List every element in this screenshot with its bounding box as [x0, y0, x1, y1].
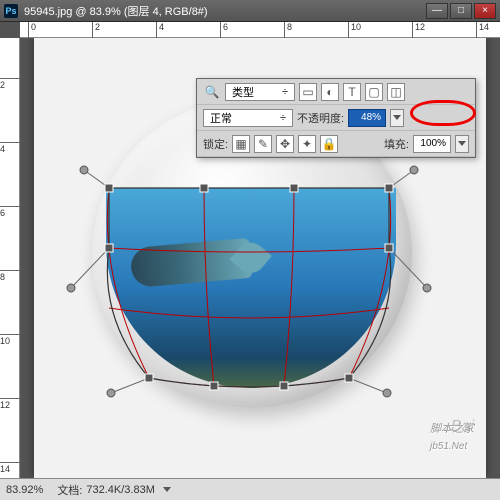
layers-panel[interactable]: 🔍 类型÷ ▭ ◐ T ▢ ◫ 正常÷ 不透明度: 48% 锁定: ▦ ✎ ✥ … [196, 78, 476, 158]
ruler-tick: 14 [476, 22, 489, 38]
ruler-tick: 2 [92, 22, 100, 38]
fill-label: 填充: [384, 136, 409, 152]
filter-pixel-icon[interactable]: ▭ [299, 83, 317, 101]
titlebar[interactable]: Ps 95945.jpg @ 83.9% (图层 4, RGB/8#) — □ … [0, 0, 500, 22]
status-bar: 83.92% 文档:732.4K/3.83M [0, 478, 500, 500]
opacity-dropdown[interactable] [390, 109, 404, 127]
ruler-tick: 12 [412, 22, 425, 38]
watermark: 脚本之家jb51.Net [430, 419, 474, 452]
close-button[interactable]: × [474, 3, 496, 19]
ruler-tick: 6 [0, 206, 20, 218]
zoom-level[interactable]: 83.92% [6, 484, 43, 496]
layer-kind-row: 🔍 类型÷ ▭ ◐ T ▢ ◫ [197, 79, 475, 105]
blend-mode-select[interactable]: 正常÷ [203, 109, 293, 127]
ruler-tick: 4 [0, 142, 20, 154]
ruler-tick: 14 [0, 462, 20, 474]
fill-dropdown[interactable] [455, 135, 469, 153]
lock-fill-row: 锁定: ▦ ✎ ✥ ✦ 🔒 填充: 100% [197, 131, 475, 157]
warp-transform[interactable] [89, 178, 409, 398]
opacity-input[interactable]: 48% [348, 109, 386, 127]
fill-input[interactable]: 100% [413, 135, 451, 153]
maximize-button[interactable]: □ [450, 3, 472, 19]
app-window: Ps 95945.jpg @ 83.9% (图层 4, RGB/8#) — □ … [0, 0, 500, 500]
photoshop-icon: Ps [4, 4, 18, 18]
doc-size[interactable]: 文档:732.4K/3.83M [57, 482, 171, 498]
filter-type-icon[interactable]: T [343, 83, 361, 101]
ruler-tick: 2 [0, 78, 20, 90]
ruler-tick: 8 [0, 270, 20, 282]
document-title: 95945.jpg @ 83.9% (图层 4, RGB/8#) [24, 3, 426, 19]
ruler-tick: 8 [284, 22, 292, 38]
window-controls: — □ × [426, 3, 496, 19]
filter-shape-icon[interactable]: ▢ [365, 83, 383, 101]
layer-kind-select[interactable]: 类型÷ [225, 83, 295, 101]
search-icon[interactable]: 🔍 [203, 83, 221, 101]
ruler-tick: 6 [220, 22, 228, 38]
filter-adjust-icon[interactable]: ◐ [321, 83, 339, 101]
ruler-tick: 10 [348, 22, 361, 38]
lock-label: 锁定: [203, 136, 228, 152]
opacity-label: 不透明度: [297, 110, 344, 126]
blend-opacity-row: 正常÷ 不透明度: 48% [197, 105, 475, 131]
ruler-horizontal[interactable]: 0 2 4 6 8 10 12 14 [20, 22, 500, 38]
lock-image-icon[interactable]: ✎ [254, 135, 272, 153]
lock-position-icon[interactable]: ✥ [276, 135, 294, 153]
ruler-tick: 10 [0, 334, 20, 346]
filter-smart-icon[interactable]: ◫ [387, 83, 405, 101]
ruler-tick: 4 [156, 22, 164, 38]
ruler-tick: 0 [28, 22, 36, 38]
ruler-vertical[interactable]: 2 4 6 8 10 12 14 [0, 38, 20, 478]
minimize-button[interactable]: — [426, 3, 448, 19]
lock-transparent-icon[interactable]: ▦ [232, 135, 250, 153]
lock-artboard-icon[interactable]: ✦ [298, 135, 316, 153]
ruler-tick: 12 [0, 398, 20, 410]
lock-all-icon[interactable]: 🔒 [320, 135, 338, 153]
